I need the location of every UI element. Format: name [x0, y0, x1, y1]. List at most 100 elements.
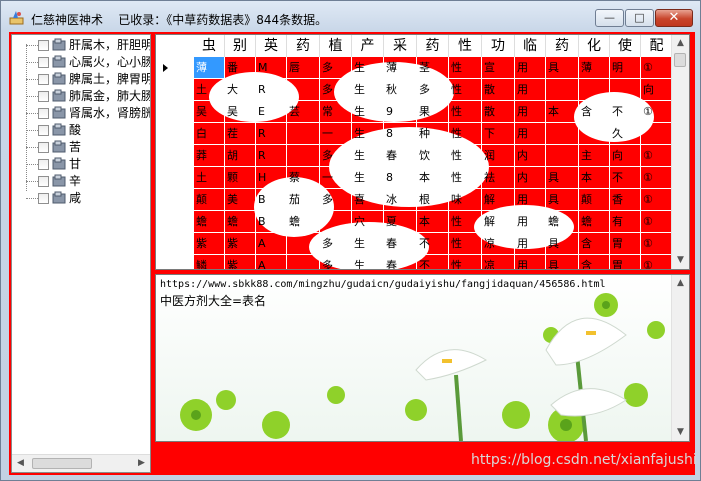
- category-tree[interactable]: 肝属木，肝胆明 心属火，心小肠 脾属土，脾胃明 肺属金，肺大肠 肾属水，肾膀胱酸苦甘辛咸…: [11, 34, 151, 473]
- grid-cell[interactable]: 喜: [352, 189, 384, 211]
- grid-cell[interactable]: B: [256, 211, 287, 233]
- grid-cell[interactable]: 多: [320, 79, 352, 101]
- scroll-thumb[interactable]: [674, 53, 686, 67]
- grid-cell[interactable]: 含: [579, 233, 610, 255]
- tree-item-checkbox[interactable]: [38, 159, 49, 170]
- column-header[interactable]: 英: [256, 35, 287, 57]
- grid-cell[interactable]: 多: [417, 79, 449, 101]
- column-header[interactable]: 虫: [194, 35, 225, 57]
- scroll-right-icon[interactable]: ▶: [133, 455, 150, 472]
- tree-item-checkbox[interactable]: [38, 108, 49, 119]
- detail-vertical-scrollbar[interactable]: ▲ ▼: [671, 275, 689, 441]
- herb-data-grid[interactable]: 虫别英药植产采药性功临药化使配 薄番M唇多生薄茎性宣用具薄明①土大R多生秋多性散…: [155, 34, 690, 270]
- grid-cell[interactable]: 味: [449, 189, 482, 211]
- grid-vertical-scrollbar[interactable]: ▲ ▼: [671, 35, 689, 269]
- grid-cell[interactable]: 不: [417, 233, 449, 255]
- grid-cell[interactable]: B: [256, 189, 287, 211]
- tree-item-checkbox[interactable]: [38, 74, 49, 85]
- scroll-up-icon[interactable]: ▲: [672, 275, 689, 292]
- tree-item[interactable]: 心属火，心小肠: [12, 54, 150, 71]
- grid-cell[interactable]: 茄: [287, 189, 320, 211]
- grid-cell[interactable]: 生: [352, 167, 384, 189]
- grid-cell[interactable]: 芸: [287, 101, 320, 123]
- grid-cell[interactable]: 薄: [579, 57, 610, 79]
- grid-cell[interactable]: 具: [546, 167, 579, 189]
- grid-cell[interactable]: 向: [641, 79, 673, 101]
- grid-cell[interactable]: 穴: [352, 211, 384, 233]
- tree-item-checkbox[interactable]: [38, 125, 49, 136]
- grid-cell[interactable]: E: [256, 101, 287, 123]
- grid-cell[interactable]: 生: [352, 79, 384, 101]
- detail-text-panel[interactable]: https://www.sbkk88.com/mingzhu/gudaicn/g…: [155, 274, 690, 442]
- grid-cell[interactable]: [287, 255, 320, 269]
- column-header[interactable]: 性: [449, 35, 482, 57]
- grid-cell[interactable]: [287, 79, 320, 101]
- grid-cell[interactable]: 秋: [384, 79, 417, 101]
- grid-cell[interactable]: 性: [449, 233, 482, 255]
- minimize-button[interactable]: —: [595, 9, 624, 27]
- grid-cell[interactable]: 向: [610, 145, 641, 167]
- grid-cell[interactable]: ①: [641, 101, 673, 123]
- grid-cell[interactable]: 凉: [482, 233, 515, 255]
- grid-cell[interactable]: ①: [641, 233, 673, 255]
- grid-cell[interactable]: M: [256, 57, 287, 79]
- grid-cell[interactable]: 果: [417, 101, 449, 123]
- tree-item[interactable]: 甘: [12, 156, 150, 173]
- column-header[interactable]: 植: [320, 35, 352, 57]
- corner-header[interactable]: [156, 35, 194, 57]
- grid-cell[interactable]: 土: [194, 167, 225, 189]
- grid-cell[interactable]: 用: [515, 57, 546, 79]
- tree-item[interactable]: 咸: [12, 190, 150, 207]
- grid-cell[interactable]: [579, 79, 610, 101]
- grid-cell[interactable]: 明: [610, 57, 641, 79]
- tree-item-checkbox[interactable]: [38, 193, 49, 204]
- grid-cell[interactable]: 宣: [482, 57, 515, 79]
- grid-cell[interactable]: 用: [515, 255, 546, 269]
- grid-cell[interactable]: 蟾: [287, 211, 320, 233]
- grid-cell[interactable]: [546, 145, 579, 167]
- scroll-left-icon[interactable]: ◀: [12, 455, 29, 472]
- column-header[interactable]: 药: [417, 35, 449, 57]
- grid-cell[interactable]: 紫: [194, 233, 225, 255]
- grid-cell[interactable]: 散: [482, 79, 515, 101]
- column-header[interactable]: 配: [641, 35, 673, 57]
- tree-horizontal-scrollbar[interactable]: ◀ ▶: [12, 454, 150, 472]
- grid-cell[interactable]: 本: [417, 167, 449, 189]
- grid-cell[interactable]: 用: [515, 123, 546, 145]
- column-header[interactable]: 使: [610, 35, 641, 57]
- grid-cell[interactable]: 本: [417, 211, 449, 233]
- grid-cell[interactable]: 含: [579, 101, 610, 123]
- grid-cell[interactable]: 内: [515, 145, 546, 167]
- grid-cell[interactable]: 久: [610, 123, 641, 145]
- grid-cell[interactable]: 用: [515, 101, 546, 123]
- grid-cell[interactable]: 蟾: [194, 211, 225, 233]
- column-header[interactable]: 药: [546, 35, 579, 57]
- grid-cell[interactable]: 吴: [194, 101, 225, 123]
- grid-cell[interactable]: 一: [320, 167, 352, 189]
- grid-cell[interactable]: 性: [449, 255, 482, 269]
- scroll-thumb[interactable]: [32, 458, 92, 469]
- column-header[interactable]: 功: [482, 35, 515, 57]
- grid-cell[interactable]: 蟾: [225, 211, 256, 233]
- grid-cell[interactable]: 吴: [225, 101, 256, 123]
- tree-item-checkbox[interactable]: [38, 57, 49, 68]
- grid-cell[interactable]: 冰: [384, 189, 417, 211]
- title-bar[interactable]: 仁慈神医神术 已收录：《中草药数据表》844条数据。 — □ ✕: [1, 1, 700, 33]
- grid-cell[interactable]: 性: [449, 167, 482, 189]
- grid-cell[interactable]: 用: [515, 211, 546, 233]
- grid-cell[interactable]: 含: [579, 255, 610, 269]
- grid-cell[interactable]: ①: [641, 255, 673, 269]
- grid-cell[interactable]: 茬: [225, 123, 256, 145]
- grid-cell[interactable]: 具: [546, 255, 579, 269]
- grid-cell[interactable]: 春: [384, 255, 417, 269]
- scroll-down-icon[interactable]: ▼: [672, 252, 689, 269]
- column-header[interactable]: 临: [515, 35, 546, 57]
- grid-cell[interactable]: [320, 211, 352, 233]
- grid-cell[interactable]: [287, 123, 320, 145]
- tree-item-checkbox[interactable]: [38, 142, 49, 153]
- grid-cell[interactable]: 唇: [287, 57, 320, 79]
- grid-cell[interactable]: 紫: [225, 233, 256, 255]
- tree-item[interactable]: 肾属水，肾膀胱: [12, 105, 150, 122]
- grid-cell[interactable]: 蟾: [579, 211, 610, 233]
- grid-cell[interactable]: 饮: [417, 145, 449, 167]
